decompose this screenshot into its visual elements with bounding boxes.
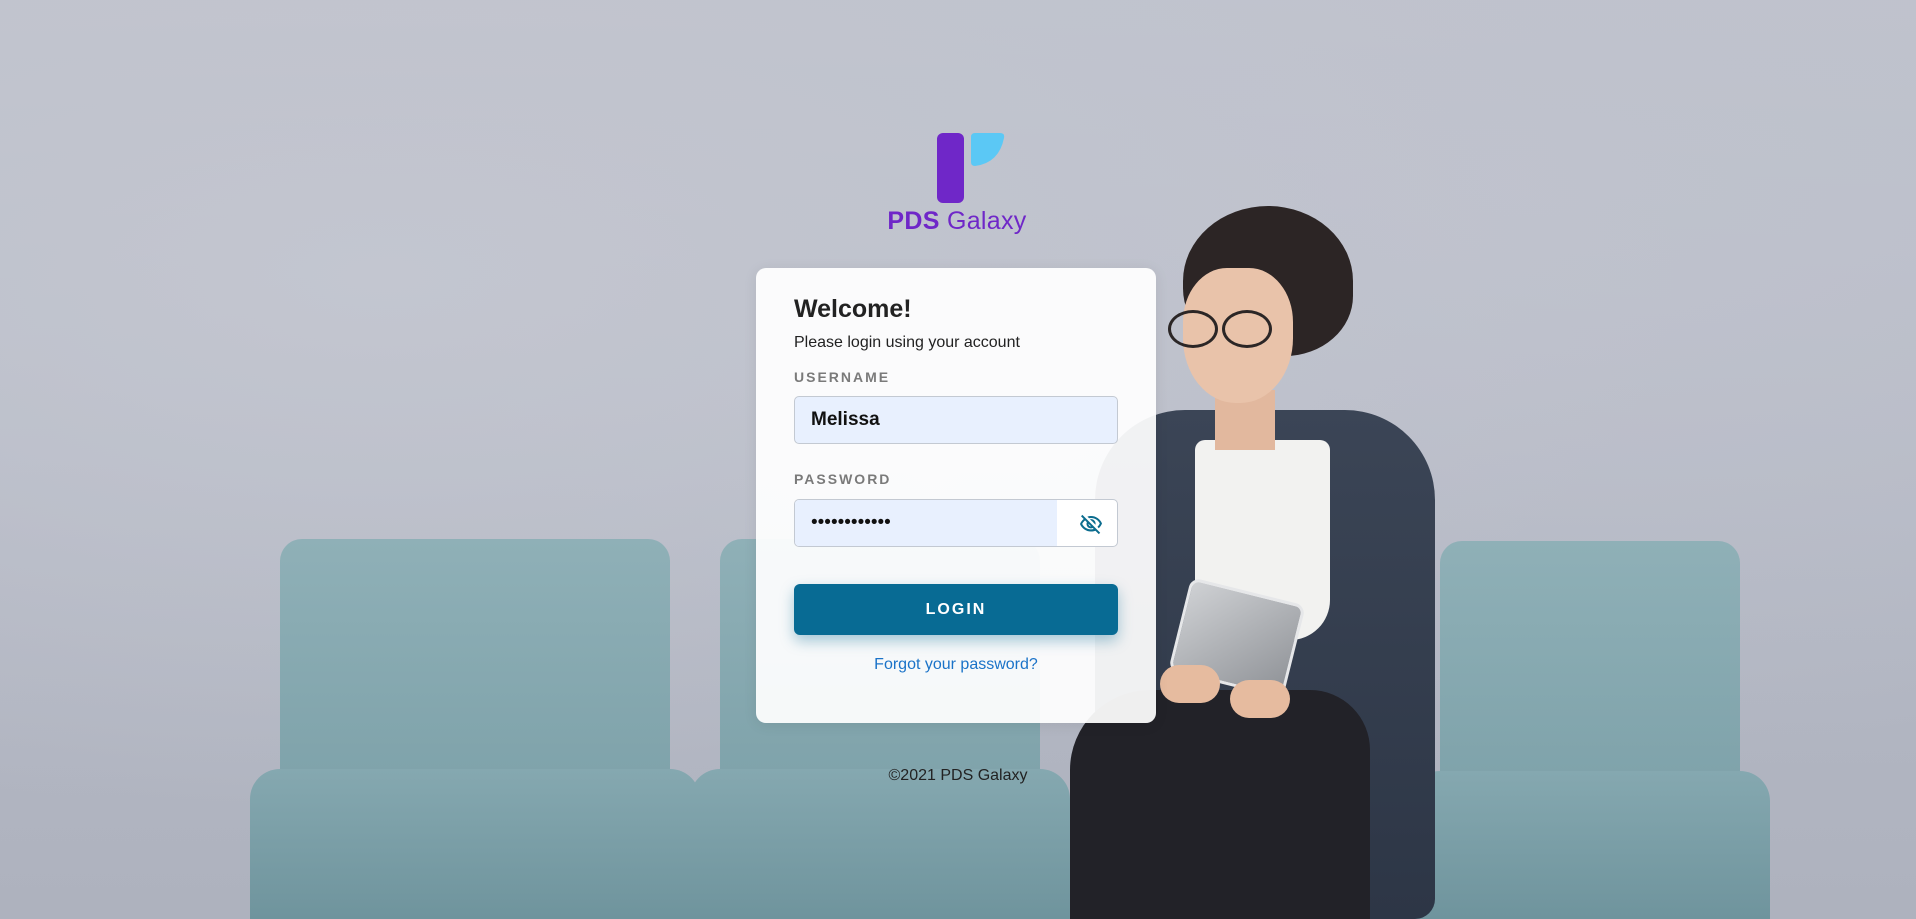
password-field — [794, 499, 1118, 547]
password-input[interactable] — [795, 500, 1057, 546]
eye-off-icon[interactable] — [1079, 512, 1103, 536]
brand-name: PDS Galaxy — [887, 207, 1027, 236]
copyright-footer: ©2021 PDS Galaxy — [888, 767, 1028, 784]
chair-left — [250, 539, 700, 919]
brand-name-bold: PDS — [887, 207, 940, 235]
pds-galaxy-logo-icon — [937, 133, 1005, 203]
login-button[interactable]: LOGIN — [794, 584, 1118, 635]
password-label: PASSWORD — [794, 471, 892, 487]
login-subtitle: Please login using your account — [794, 334, 1020, 351]
forgot-password-link[interactable]: Forgot your password? — [756, 656, 1156, 674]
brand-name-regular: Galaxy — [946, 207, 1027, 235]
username-label: USERNAME — [794, 369, 891, 385]
username-input[interactable] — [794, 396, 1118, 444]
login-card: Welcome! Please login using your account… — [756, 268, 1156, 723]
brand-logo: PDS Galaxy — [887, 131, 1027, 239]
chair-right — [1410, 541, 1770, 919]
login-title: Welcome! — [794, 295, 912, 323]
